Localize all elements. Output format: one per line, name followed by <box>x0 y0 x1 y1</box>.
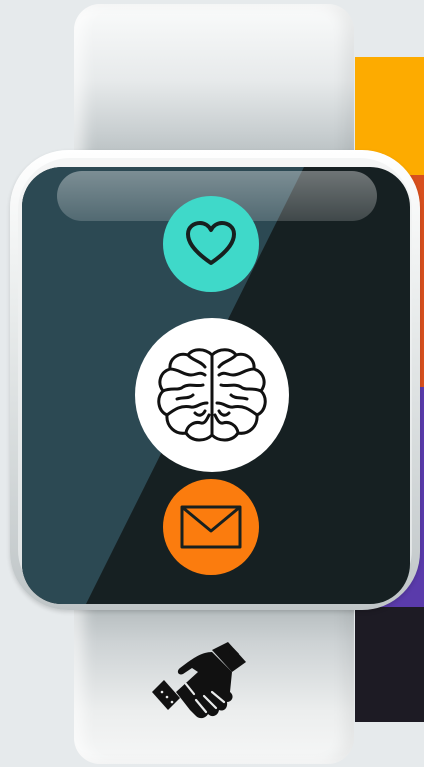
heart-icon <box>186 221 236 265</box>
heart-app-button[interactable] <box>163 196 259 292</box>
brain-icon <box>157 348 267 442</box>
mail-app-button[interactable] <box>163 479 259 575</box>
brain-app-button[interactable] <box>135 318 289 472</box>
smartwatch-illustration <box>0 0 424 767</box>
background-panel-dark <box>355 607 424 722</box>
handshake-icon <box>152 642 246 719</box>
envelope-icon <box>180 505 242 549</box>
watch-band-top <box>74 4 354 174</box>
